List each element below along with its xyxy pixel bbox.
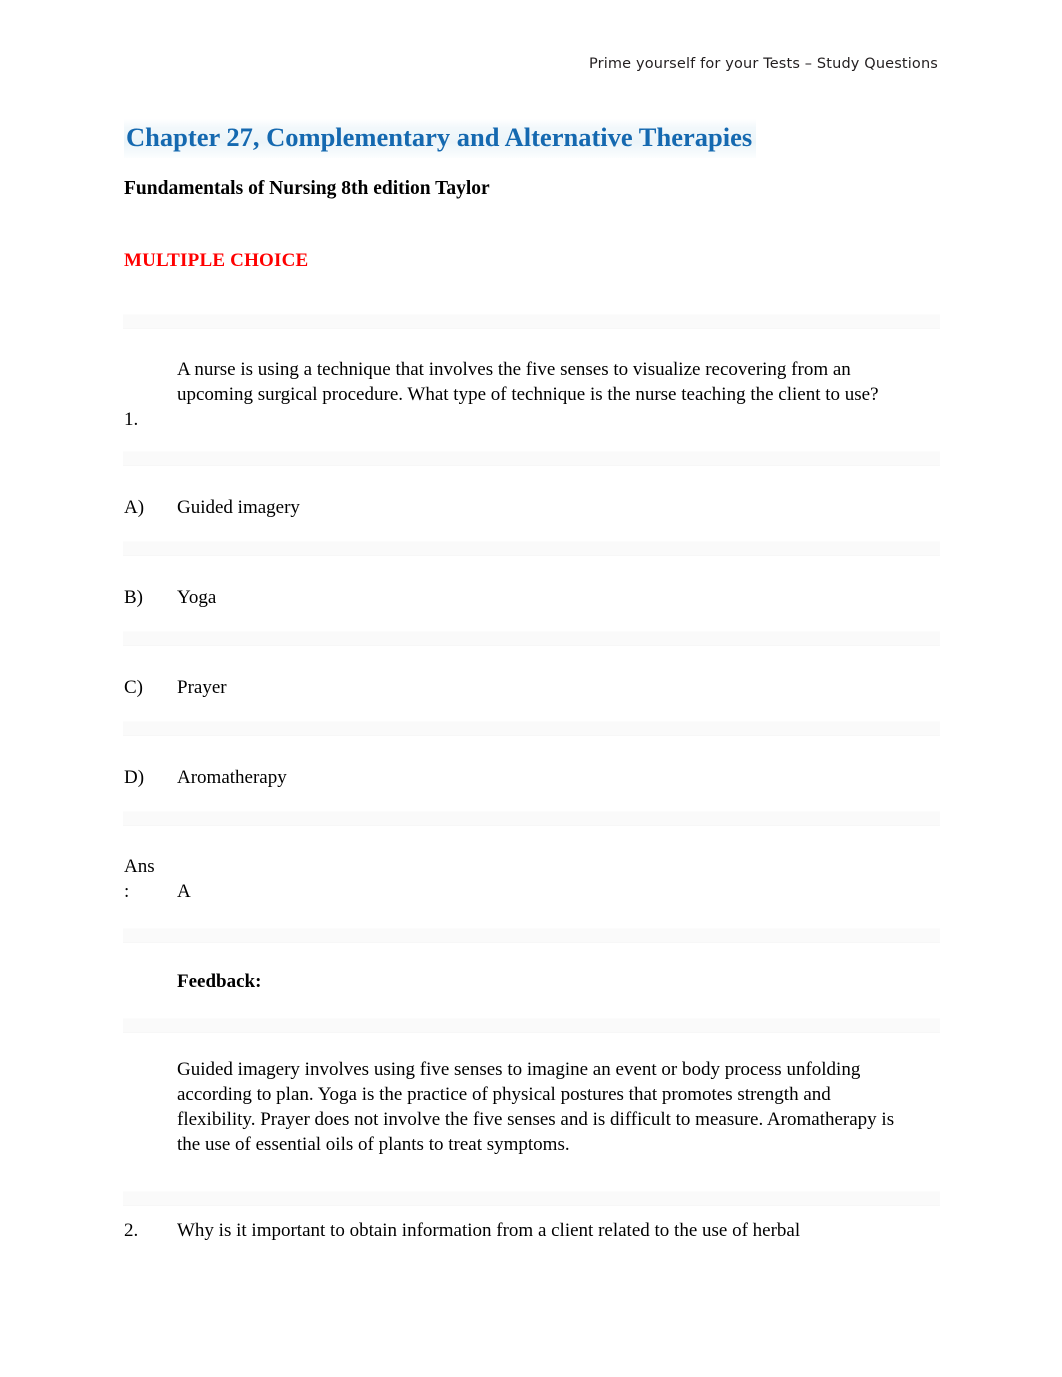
- book-subtitle: Fundamentals of Nursing 8th edition Tayl…: [124, 178, 490, 199]
- answer-colon: :: [124, 881, 130, 902]
- separator-band: [123, 541, 940, 556]
- question-number: 1.: [124, 409, 139, 430]
- feedback-label: Feedback:: [177, 971, 262, 992]
- question-number: 2.: [124, 1220, 139, 1241]
- separator-band: [123, 451, 940, 466]
- separator-band: [123, 314, 940, 329]
- separator-band: [123, 721, 940, 736]
- separator-band: [123, 811, 940, 826]
- option-text-d: Aromatherapy: [177, 767, 287, 788]
- question-text: Why is it important to obtain informatio…: [177, 1220, 801, 1241]
- separator-band: [123, 631, 940, 646]
- separator-band: [123, 1018, 940, 1033]
- chapter-title: Chapter 27, Complementary and Alternativ…: [124, 119, 757, 159]
- section-heading-multiple-choice: MULTIPLE CHOICE: [124, 250, 309, 271]
- option-text-c: Prayer: [177, 677, 227, 698]
- option-label-c: C): [124, 677, 143, 698]
- option-text-b: Yoga: [177, 587, 217, 608]
- option-label-d: D): [124, 767, 145, 788]
- feedback-text: Guided imagery involves using five sense…: [177, 1059, 895, 1155]
- option-label-b: B): [124, 587, 143, 608]
- option-label-a: A): [124, 497, 145, 518]
- option-text-a: Guided imagery: [177, 497, 300, 518]
- answer-value: A: [177, 881, 191, 902]
- separator-band: [123, 928, 940, 943]
- answer-label: Ans: [124, 856, 155, 877]
- running-header: Prime yourself for your Tests – Study Qu…: [589, 56, 938, 72]
- separator-band: [123, 1191, 940, 1206]
- document-page: Prime yourself for your Tests – Study Qu…: [0, 0, 1062, 1377]
- question-text: A nurse is using a technique that involv…: [177, 359, 879, 405]
